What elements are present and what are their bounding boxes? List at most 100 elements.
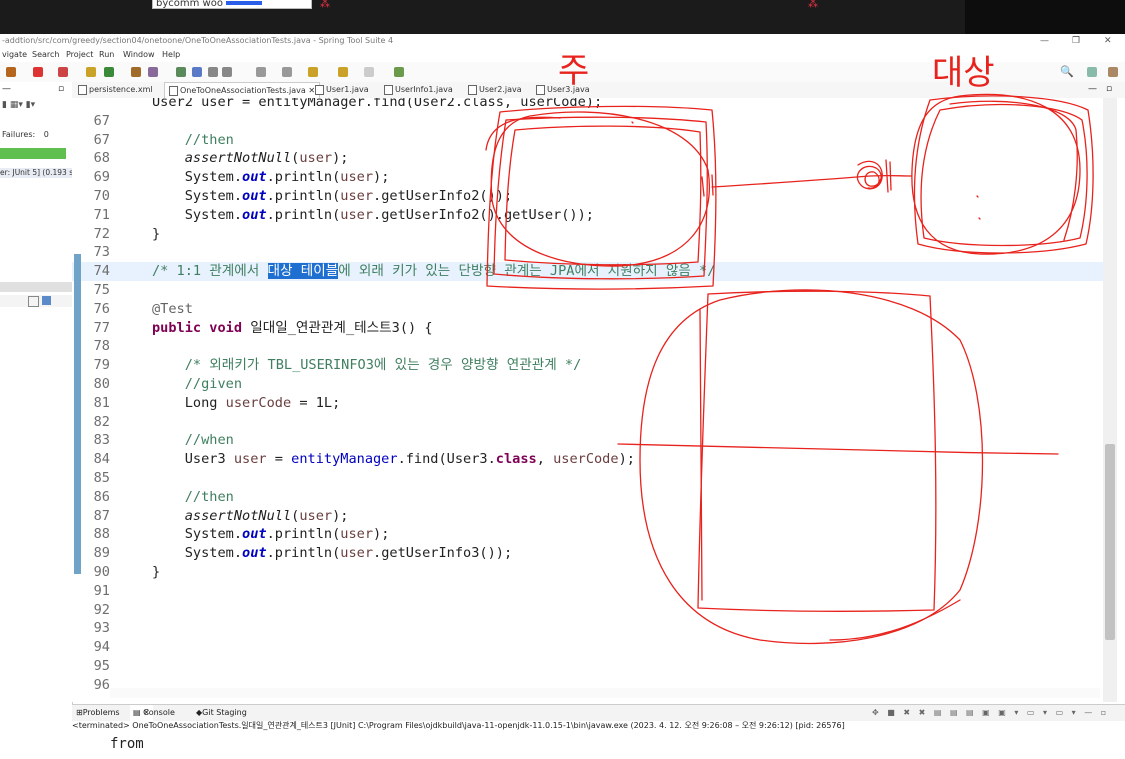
code-line[interactable]: 93: [72, 619, 1107, 638]
line-number: 72: [93, 225, 110, 242]
code-line[interactable]: 87 assertNotNull(user);: [72, 507, 1107, 526]
code-line[interactable]: 78: [72, 337, 1107, 356]
perspective-icon-1[interactable]: [1087, 67, 1097, 77]
code-line[interactable]: 79 /* 외래키가 TBL_USERINFO3에 있는 경우 양방향 연관관계…: [72, 356, 1107, 375]
code-line[interactable]: 73: [72, 243, 1107, 262]
toolbar-icon-6[interactable]: [131, 67, 141, 77]
code-line[interactable]: 92: [72, 601, 1107, 620]
editor-horizontal-scrollbar[interactable]: [110, 688, 1100, 698]
tab-user2[interactable]: User2.java: [468, 82, 522, 97]
toolbar-icon-9[interactable]: [192, 67, 202, 77]
top-cell-2[interactable]: ⁂: [808, 0, 818, 10]
junit-maximize-icon[interactable]: ▫: [58, 84, 64, 94]
toolbar-icon-1[interactable]: [6, 67, 16, 77]
input-highlight: [225, 1, 262, 5]
code-line[interactable]: 80 //given: [72, 375, 1107, 394]
code-line[interactable]: User2 user = entityManager.find(User2.cl…: [72, 98, 1107, 112]
menu-window[interactable]: Window: [123, 48, 155, 62]
tab-user3[interactable]: User3.java: [536, 82, 590, 97]
java-file-icon: [384, 84, 393, 95]
menu-navigate[interactable]: vigate: [2, 48, 27, 62]
tab-userinfo1[interactable]: UserInfo1.java: [384, 82, 453, 97]
line-code: User2 user = entityManager.find(User2.cl…: [152, 98, 603, 110]
tab-user1[interactable]: User1.java: [315, 82, 369, 97]
code-line[interactable]: 67: [72, 112, 1107, 131]
perspective-icon-2[interactable]: [1108, 67, 1118, 77]
tab-onetoone-tests[interactable]: OneToOneAssociationTests.java ✕: [164, 82, 321, 98]
toolbar-icon-7[interactable]: [148, 67, 158, 77]
menu-project[interactable]: Project: [66, 48, 93, 62]
toolbar-icon-2[interactable]: [33, 67, 43, 77]
tab-git-staging[interactable]: ◆ Git Staging: [196, 705, 247, 721]
editor-maximize-icon[interactable]: ▫: [1106, 84, 1112, 94]
close-icon[interactable]: ✕: [1104, 34, 1112, 48]
java-file-icon: [169, 85, 178, 96]
tab-problems[interactable]: ⊞ Problems: [76, 705, 120, 721]
menu-help[interactable]: Help: [162, 48, 180, 62]
forward-icon[interactable]: [364, 67, 374, 77]
line-number: 95: [93, 658, 110, 674]
maximize-icon[interactable]: ❐: [1072, 34, 1080, 48]
code-line[interactable]: 86 //then: [72, 488, 1107, 507]
code-line[interactable]: 83 //when: [72, 431, 1107, 450]
tab-label: Problems: [82, 708, 120, 717]
code-line[interactable]: 69 System.out.println(user);: [72, 168, 1107, 187]
code-line[interactable]: 81 Long userCode = 1L;: [72, 394, 1107, 413]
toolbar-icon-4[interactable]: [86, 67, 96, 77]
back-icon[interactable]: [338, 67, 348, 77]
menu-search[interactable]: Search: [32, 48, 59, 62]
tab-persistence-xml[interactable]: persistence.xml: [78, 82, 153, 97]
console-toolbar-icons[interactable]: ✥ ■ ✖ ✖ ▤ ▤ ▤ ▣ ▣ ▾ ▭ ▾ ▭ ▾ — ▫: [872, 705, 1109, 721]
line-code: public void 일대일_연관관계_테스트3() {: [152, 319, 433, 336]
top-cell-1[interactable]: ⁂: [320, 0, 330, 10]
code-line[interactable]: 91: [72, 582, 1107, 601]
junit-minimize-icon[interactable]: —: [2, 84, 11, 94]
code-line[interactable]: 84 User3 user = entityManager.find(User3…: [72, 450, 1107, 469]
code-line[interactable]: 72}: [72, 225, 1107, 244]
minimize-icon[interactable]: —: [1040, 34, 1049, 48]
toolbar-icon-8[interactable]: [176, 67, 186, 77]
code-line[interactable]: 67 //then: [72, 131, 1107, 150]
code-line[interactable]: 70 System.out.println(user.getUserInfo2(…: [72, 187, 1107, 206]
menu-run[interactable]: Run: [99, 48, 114, 62]
code-line[interactable]: 71 System.out.println(user.getUserInfo2(…: [72, 206, 1107, 225]
toolbar-icon-3[interactable]: [58, 67, 68, 77]
junit-panel-divider[interactable]: [0, 282, 72, 292]
compare-icon[interactable]: [42, 296, 51, 305]
toolbar-icon-10[interactable]: [208, 67, 218, 77]
code-line[interactable]: 85: [72, 469, 1107, 488]
tab-console[interactable]: ▤ Console ✕: [130, 705, 175, 721]
toolbar-icon-14[interactable]: [308, 67, 318, 77]
code-line[interactable]: 82: [72, 413, 1107, 432]
code-line[interactable]: 68 assertNotNull(user);: [72, 149, 1107, 168]
toolbar-icon-11[interactable]: [222, 67, 232, 77]
editor-vertical-scrollbar[interactable]: [1103, 98, 1117, 702]
code-line[interactable]: 94: [72, 638, 1107, 657]
run-icon[interactable]: [104, 67, 114, 77]
scrollbar-thumb[interactable]: [1105, 444, 1115, 640]
code-editor[interactable]: User2 user = entityManager.find(User2.cl…: [72, 98, 1125, 702]
code-line[interactable]: 88 System.out.println(user);: [72, 525, 1107, 544]
line-number: 69: [93, 169, 110, 186]
code-line[interactable]: 75: [72, 281, 1107, 300]
line-number: 93: [93, 620, 110, 637]
top-search-input[interactable]: bycomm woo: [152, 0, 312, 9]
console-output[interactable]: from: [72, 732, 1125, 759]
code-line[interactable]: 74/* 1:1 관계에서 대상 테이블에 외래 키가 있는 단방향 관계는 J…: [72, 262, 1107, 281]
line-code: }: [152, 225, 161, 242]
code-line[interactable]: 77 public void 일대일_연관관계_테스트3() {: [72, 319, 1107, 338]
code-line[interactable]: 89 System.out.println(user.getUserInfo3(…: [72, 544, 1107, 563]
code-line[interactable]: 76 @Test: [72, 300, 1107, 319]
toolbar-icon-13[interactable]: [282, 67, 292, 77]
editor-minimize-icon[interactable]: —: [1088, 84, 1097, 94]
code-line[interactable]: 90}: [72, 563, 1107, 582]
search-icon[interactable]: 🔍: [1060, 65, 1074, 78]
filter-icon[interactable]: [28, 296, 39, 307]
code-line[interactable]: 95: [72, 657, 1107, 676]
tab-label: User1.java: [326, 85, 369, 94]
junit-toolbar-icons[interactable]: ▮ ▦▾ ▮▾: [2, 100, 35, 110]
toolbar-icon-17[interactable]: [394, 67, 404, 77]
top-taskbar: bycomm woo ⁂ ⁂: [0, 0, 1125, 34]
toolbar-icon-12[interactable]: [256, 67, 266, 77]
junit-tree-item[interactable]: er: JUnit 5] (0.193 s): [0, 168, 76, 178]
